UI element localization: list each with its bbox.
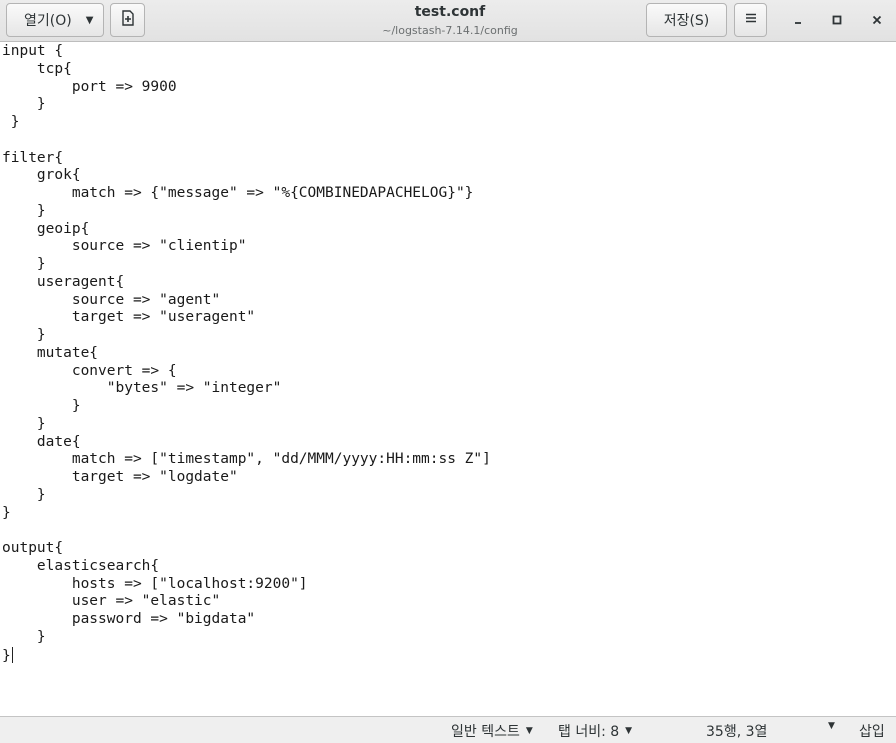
code-line[interactable]: port => 9900	[2, 79, 491, 97]
language-label: 일반 텍스트	[451, 724, 520, 740]
code-line[interactable]: tcp{	[2, 61, 491, 79]
hamburger-menu-icon	[745, 12, 757, 28]
code-line[interactable]: hosts => ["localhost:9200"]	[2, 576, 491, 594]
text-cursor	[11, 646, 13, 663]
minimize-icon	[792, 11, 804, 30]
cursor-position[interactable]: 35행, 3열	[706, 721, 767, 741]
code-line[interactable]: target => "logdate"	[2, 469, 491, 487]
code-line[interactable]: elasticsearch{	[2, 558, 491, 576]
caret-down-icon: ▼	[625, 726, 633, 736]
new-document-icon	[121, 10, 135, 30]
code-line[interactable]: useragent{	[2, 274, 491, 292]
document-title: test.conf	[414, 4, 486, 20]
close-icon	[871, 11, 883, 30]
code-line[interactable]: }	[2, 398, 491, 416]
code-line[interactable]: target => "useragent"	[2, 309, 491, 327]
code-line[interactable]: }	[2, 114, 491, 132]
minimize-button[interactable]	[786, 8, 810, 32]
code-text[interactable]: input { tcp{ port => 9900 } }​filter{ gr…	[2, 43, 491, 665]
code-line[interactable]: convert => {	[2, 363, 491, 381]
insert-mode-indicator[interactable]: 삽입	[859, 721, 885, 741]
cursor-position-label: 35행, 3열	[706, 724, 768, 740]
code-line[interactable]: }	[2, 96, 491, 114]
language-selector[interactable]: 일반 텍스트 ▼	[451, 721, 533, 741]
code-line[interactable]: ​	[2, 132, 491, 150]
code-line[interactable]: "bytes" => "integer"	[2, 380, 491, 398]
caret-down-icon: ▼	[85, 14, 94, 26]
code-line[interactable]: match => {"message" => "%{COMBINEDAPACHE…	[2, 185, 491, 203]
text-editor[interactable]: input { tcp{ port => 9900 } }​filter{ gr…	[0, 43, 896, 716]
menu-button[interactable]	[734, 3, 767, 37]
open-button-label: 열기(O)	[24, 13, 72, 29]
insert-mode-label: 삽입	[859, 724, 885, 740]
status-bar: 일반 텍스트 ▼ 탭 너비: 8 ▼ 35행, 3열 ▼ 삽입	[0, 716, 896, 743]
code-line[interactable]: }	[2, 629, 491, 647]
document-path: ~/logstash-7.14.1/config	[382, 24, 518, 37]
caret-down-icon: ▼	[828, 721, 835, 731]
code-line[interactable]: }	[2, 416, 491, 434]
code-line[interactable]: }	[2, 327, 491, 345]
cursor-position-dropdown[interactable]: ▼	[822, 721, 835, 731]
code-line[interactable]: ​	[2, 522, 491, 540]
code-line[interactable]: }	[2, 256, 491, 274]
code-line[interactable]: password => "bigdata"	[2, 611, 491, 629]
code-line[interactable]: }	[2, 505, 491, 523]
caret-down-icon: ▼	[525, 726, 533, 736]
code-line[interactable]: source => "clientip"	[2, 238, 491, 256]
maximize-button[interactable]	[825, 8, 849, 32]
maximize-icon	[831, 11, 843, 30]
code-line[interactable]: geoip{	[2, 221, 491, 239]
close-button[interactable]	[865, 8, 889, 32]
code-line[interactable]: mutate{	[2, 345, 491, 363]
new-document-button[interactable]	[110, 3, 145, 37]
tab-width-label: 탭 너비: 8	[558, 724, 620, 740]
code-line[interactable]: output{	[2, 540, 491, 558]
open-button[interactable]: 열기(O) ▼	[6, 3, 104, 37]
code-line[interactable]: user => "elastic"	[2, 593, 491, 611]
code-line[interactable]: grok{	[2, 167, 491, 185]
save-button[interactable]: 저장(S)	[646, 3, 727, 37]
code-line[interactable]: source => "agent"	[2, 292, 491, 310]
code-line[interactable]: }	[2, 487, 491, 505]
window-title-area: test.conf ~/logstash-7.14.1/config	[300, 4, 600, 39]
code-line[interactable]: filter{	[2, 150, 491, 168]
code-line[interactable]: }	[2, 646, 491, 666]
save-button-label: 저장(S)	[663, 13, 710, 29]
tab-width-selector[interactable]: 탭 너비: 8 ▼	[558, 721, 632, 741]
code-line[interactable]: date{	[2, 434, 491, 452]
code-line[interactable]: match => ["timestamp", "dd/MMM/yyyy:HH:m…	[2, 451, 491, 469]
header-bar: 열기(O) ▼ test.conf ~/logstash-7.14.1/conf…	[0, 0, 896, 42]
code-line[interactable]: }	[2, 203, 491, 221]
code-line[interactable]: input {	[2, 43, 491, 61]
